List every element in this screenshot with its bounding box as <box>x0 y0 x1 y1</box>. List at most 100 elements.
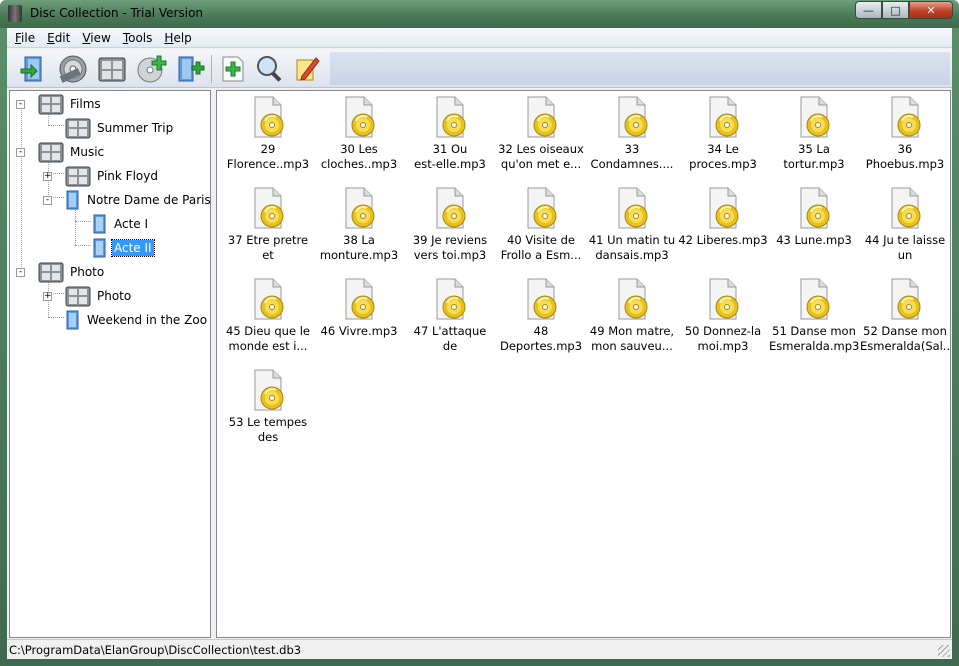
add-disc-button[interactable] <box>134 53 168 85</box>
file-item[interactable]: 50 Donnez-la moi.mp3 <box>678 277 768 363</box>
file-item[interactable]: 53 Le tempesdes cathedrale... <box>223 368 313 454</box>
mp3-disc-icon <box>254 96 284 138</box>
minimize-button[interactable]: — <box>855 1 882 19</box>
file-name-line2: Esmeralda.mp3 <box>769 339 859 353</box>
tree-node-films[interactable]: Films <box>38 94 103 115</box>
file-item[interactable]: 30 Les cloches..mp3 <box>314 95 404 181</box>
file-name-line1: 33 <box>624 142 640 156</box>
tree-node-music[interactable]: Music <box>38 142 106 163</box>
mp3-disc-icon <box>709 96 739 138</box>
file-name-line1: 48 <box>533 324 549 338</box>
file-item[interactable]: 36 Phoebus.mp3 <box>860 95 950 181</box>
mp3-disc-icon <box>527 187 557 229</box>
mp3-disc-icon <box>345 278 375 320</box>
tree-node-notre-dame-de-paris[interactable]: Notre Dame de Paris <box>65 190 213 210</box>
file-name-line2: moi.mp3 <box>697 339 749 353</box>
file-name: 35 La tortur.mp3 <box>769 142 859 172</box>
tree-node-acte-ii[interactable]: Acte II <box>92 238 155 258</box>
maximize-button[interactable]: □ <box>882 1 909 19</box>
file-item[interactable]: 39 Je reviens vers toi.mp3 <box>405 186 495 272</box>
file-name-line2: des cathedrale... <box>232 430 305 446</box>
mp3-disc-icon <box>800 278 830 320</box>
client-area: File Edit View Tools Help Films - Summer… <box>7 28 952 659</box>
file-item[interactable]: 52 Danse mon Esmeralda(Sal... <box>860 277 950 363</box>
menu-view[interactable]: View <box>76 31 116 45</box>
tree-node-pink-floyd[interactable]: Pink Floyd <box>65 166 160 187</box>
file-item[interactable]: 46 Vivre.mp3 <box>314 277 404 363</box>
title-bar[interactable]: Disc Collection - Trial Version — □ ✕ <box>0 0 959 28</box>
tree-node-acte-i[interactable]: Acte I <box>92 214 150 234</box>
file-item[interactable]: 34 Le proces.mp3 <box>678 95 768 181</box>
file-name: 47 L'attaque deNotre-Dame.... <box>405 324 495 355</box>
file-name-line1: 51 Danse mon <box>772 324 856 338</box>
file-item[interactable]: 49 Mon matre, mon sauveu... <box>587 277 677 363</box>
file-item[interactable]: 43 Lune.mp3 <box>769 186 859 272</box>
expand-toggle[interactable]: + <box>43 172 52 181</box>
menu-edit[interactable]: Edit <box>41 31 76 45</box>
file-item[interactable]: 31 Ou est-elle.mp3 <box>405 95 495 181</box>
toolbar <box>7 49 952 88</box>
file-item[interactable]: 51 Danse mon Esmeralda.mp3 <box>769 277 859 363</box>
file-item[interactable]: 42 Liberes.mp3 <box>678 186 768 272</box>
file-name-line1: 40 Visite de <box>507 233 575 247</box>
file-name-line1: 53 Le tempes <box>228 415 308 429</box>
export-icon <box>178 56 205 82</box>
mp3-disc-icon <box>345 187 375 229</box>
film-catalog-button[interactable] <box>95 53 129 85</box>
tree-connector <box>48 317 64 318</box>
file-item[interactable]: 44 Ju te laisse unsifflet.mp3 <box>860 186 950 272</box>
file-name-line1: 37 Etre pretre et <box>227 233 309 262</box>
file-name: 49 Mon matre, mon sauveu... <box>587 324 677 354</box>
file-item[interactable]: 47 L'attaque deNotre-Dame.... <box>405 277 495 363</box>
mp3-disc-icon <box>527 96 557 138</box>
status-bar: C:\ProgramData\ElanGroup\DiscCollection\… <box>7 639 952 659</box>
file-item[interactable]: 29 Florence..mp3 <box>223 95 313 181</box>
resize-grip[interactable] <box>938 645 950 657</box>
close-icon: ✕ <box>926 3 936 17</box>
collapse-toggle[interactable]: - <box>16 100 25 109</box>
file-item[interactable]: 40 Visite de Frollo a Esm... <box>496 186 586 272</box>
catalog-tree[interactable]: Films - Summer Trip Music - Pink Floyd + Notre … <box>9 90 211 638</box>
menu-tools[interactable]: Tools <box>117 31 159 45</box>
file-item[interactable]: 41 Un matin tu dansais.mp3 <box>587 186 677 272</box>
file-list[interactable]: 29 Florence..mp3 30 Les cloches..mp3 31 Ou es… <box>216 90 951 638</box>
mp3-disc-icon <box>436 96 466 138</box>
collapse-toggle[interactable]: - <box>43 196 52 205</box>
search-icon <box>257 56 282 82</box>
tree-node-summer-trip[interactable]: Summer Trip <box>65 118 175 139</box>
file-name: 40 Visite de Frollo a Esm... <box>496 233 586 263</box>
tree-node-weekend-in-the-zoo[interactable]: Weekend in the Zoo <box>65 310 209 330</box>
mp3-disc-icon <box>254 369 284 411</box>
search-button[interactable] <box>253 53 287 85</box>
menu-help[interactable]: Help <box>158 31 197 45</box>
file-item[interactable]: 38 La monture.mp3 <box>314 186 404 272</box>
file-name: 36 Phoebus.mp3 <box>860 142 950 172</box>
expand-toggle[interactable]: + <box>43 292 52 301</box>
file-name: 38 La monture.mp3 <box>314 233 404 263</box>
tree-node-photo[interactable]: Photo <box>65 286 133 307</box>
file-item[interactable]: 33 Condamnes.... <box>587 95 677 181</box>
open-catalog-button[interactable] <box>17 53 51 85</box>
file-item[interactable]: 45 Dieu que le monde est i... <box>223 277 313 363</box>
file-item[interactable]: 48 Deportes.mp3 <box>496 277 586 363</box>
file-name: 37 Etre pretre etaimer une fe.... <box>223 233 313 264</box>
mp3-disc-icon <box>618 278 648 320</box>
tree-connector <box>75 245 91 246</box>
file-name: 31 Ou est-elle.mp3 <box>405 142 495 172</box>
status-path: C:\ProgramData\ElanGroup\DiscCollection\… <box>9 643 302 657</box>
file-item[interactable]: 32 Les oiseaux qu'on met e... <box>496 95 586 181</box>
collapse-toggle[interactable]: - <box>16 268 25 277</box>
file-item[interactable]: 37 Etre pretre etaimer une fe.... <box>223 186 313 272</box>
menu-file[interactable]: File <box>9 31 41 45</box>
file-name-line1: 38 La <box>343 233 375 247</box>
close-button[interactable]: ✕ <box>909 1 953 19</box>
note-button[interactable] <box>290 53 324 85</box>
tree-node-photo[interactable]: Photo <box>38 262 106 283</box>
add-button[interactable] <box>216 53 250 85</box>
mp3-disc-icon <box>891 96 921 138</box>
collapse-toggle[interactable]: - <box>16 148 25 157</box>
export-button[interactable] <box>173 53 207 85</box>
file-item[interactable]: 35 La tortur.mp3 <box>769 95 859 181</box>
disc-drive-button[interactable] <box>56 53 90 85</box>
file-name-line2: monde est i... <box>228 339 308 353</box>
